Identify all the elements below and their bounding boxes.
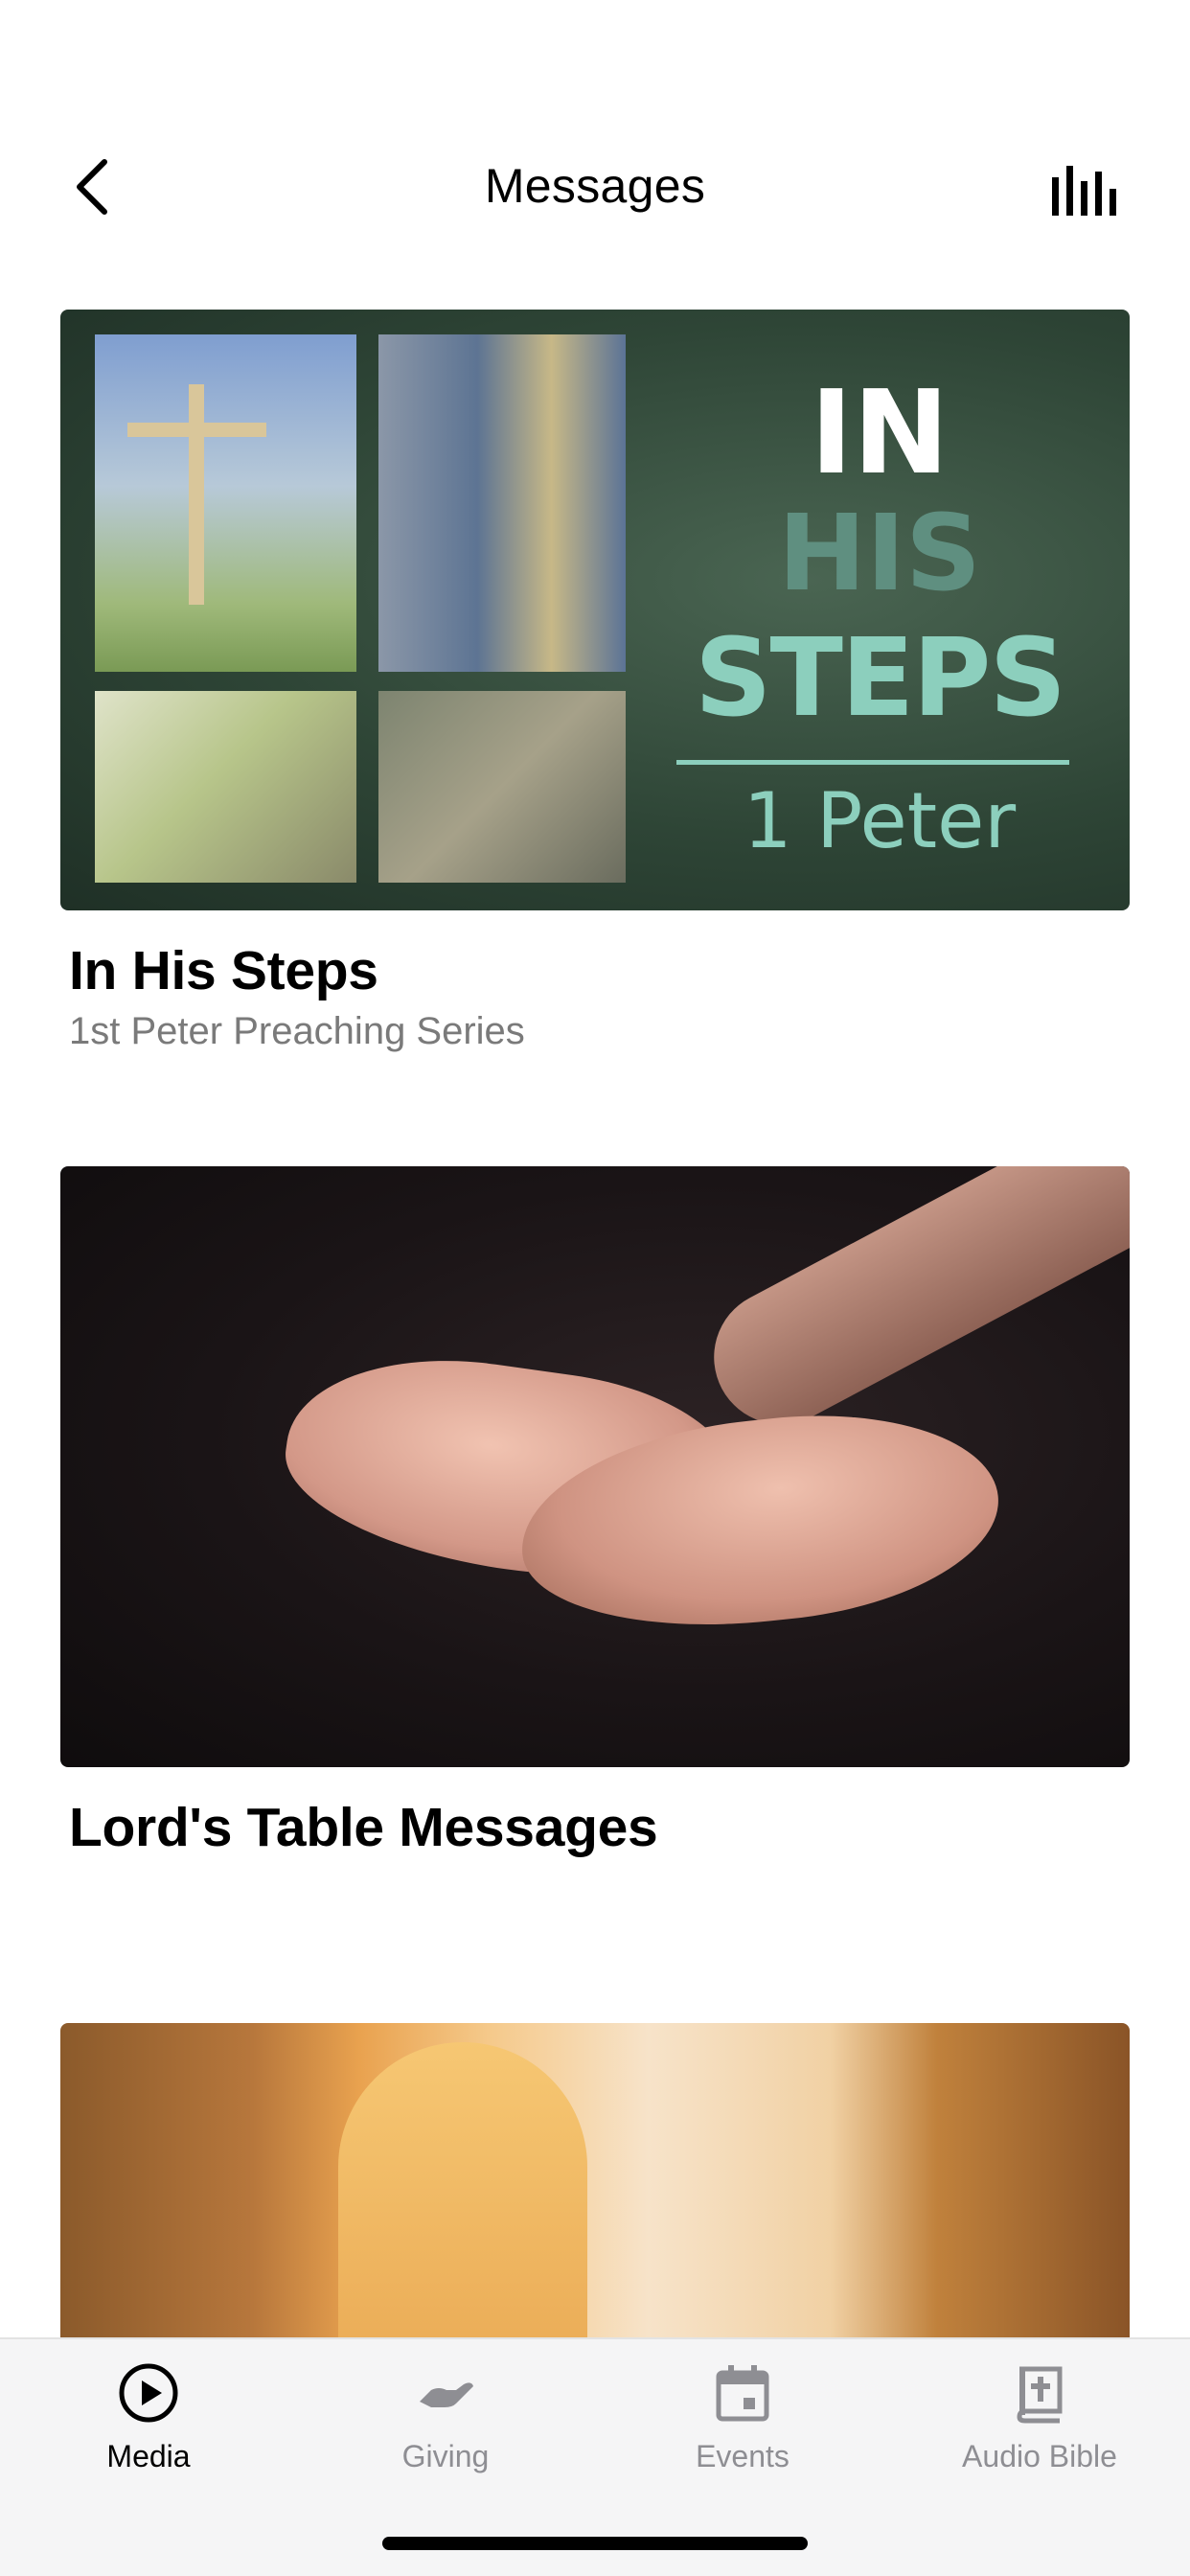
bible-icon — [1005, 2358, 1074, 2427]
tab-label: Media — [106, 2439, 191, 2473]
home-indicator[interactable] — [382, 2537, 808, 2550]
series-subtitle: 1st Peter Preaching Series — [69, 1010, 525, 1052]
series-card[interactable]: Lord's Table Messages — [60, 1166, 1130, 1859]
tab-audio-bible[interactable]: Audio Bible — [944, 2358, 1135, 2502]
tab-media[interactable]: Media — [53, 2358, 244, 2502]
tab-giving[interactable]: Giving — [350, 2358, 541, 2502]
light-image-pane — [95, 691, 356, 883]
cross-icon — [189, 384, 204, 605]
artwork-text-book: 1 Peter — [743, 776, 1017, 865]
audio-player-button[interactable] — [1046, 158, 1123, 220]
path-image-pane — [378, 691, 626, 883]
play-circle-icon — [114, 2358, 183, 2427]
series-title: In His Steps — [69, 940, 378, 1001]
tab-label: Audio Bible — [962, 2439, 1117, 2473]
giving-hand-icon — [411, 2358, 480, 2427]
series-title: Lord's Table Messages — [69, 1797, 658, 1858]
series-artwork — [60, 1166, 1130, 1767]
tab-label: Events — [696, 2439, 790, 2473]
artwork-text-in: IN — [810, 367, 950, 500]
arm-shape — [690, 1166, 1130, 1448]
cross-image-pane — [95, 334, 356, 672]
cross-icon-beam — [127, 423, 266, 437]
artwork-divider — [676, 760, 1069, 765]
page-title: Messages — [484, 159, 706, 213]
tab-events[interactable]: Events — [647, 2358, 838, 2502]
steps-image-pane — [378, 334, 626, 672]
tab-label: Giving — [401, 2439, 490, 2473]
audio-bars-icon — [1052, 166, 1116, 216]
navigation-header: Messages — [0, 0, 1190, 288]
artwork-text-steps: STEPS — [694, 616, 1066, 741]
artwork-text-his: HIS — [777, 492, 982, 614]
calendar-icon — [708, 2358, 777, 2427]
series-artwork: IN HIS STEPS 1 Peter — [60, 310, 1130, 910]
series-card[interactable]: IN HIS STEPS 1 Peter In His Steps 1st Pe… — [60, 310, 1130, 1053]
